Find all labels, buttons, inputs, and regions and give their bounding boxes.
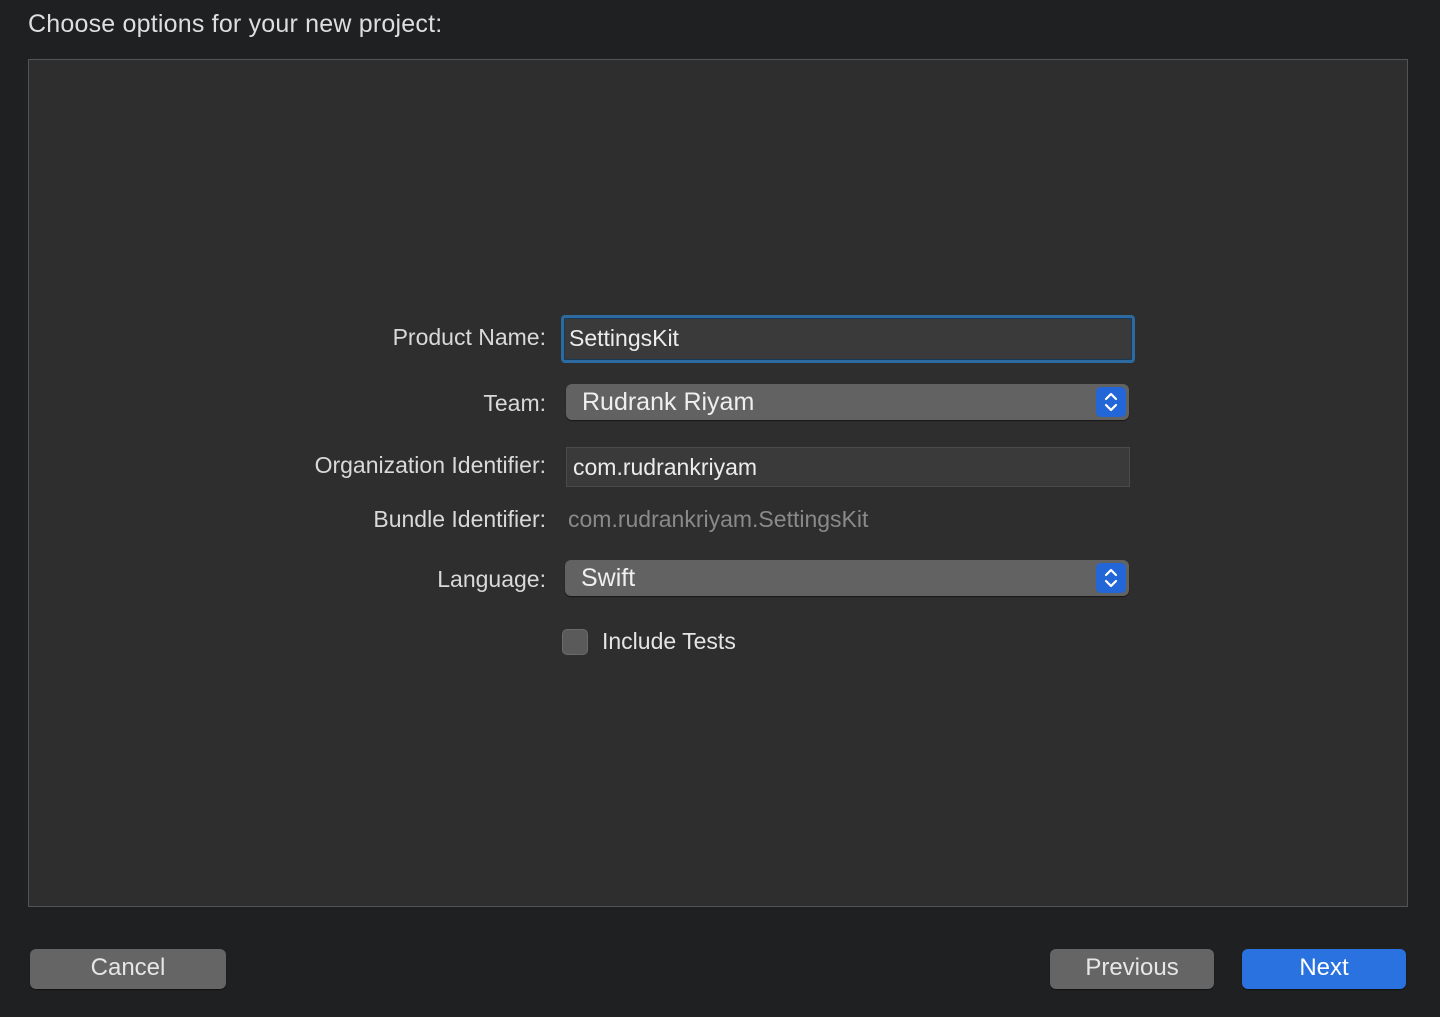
chevron-up-down-icon — [1096, 387, 1126, 417]
language-label: Language: — [0, 566, 546, 593]
team-popup-value: Rudrank Riyam — [582, 388, 754, 416]
product-name-label: Product Name: — [0, 324, 546, 351]
product-name-field[interactable]: SettingsKit — [561, 315, 1135, 363]
previous-button[interactable]: Previous — [1050, 949, 1214, 989]
include-tests-label[interactable]: Include Tests — [602, 628, 736, 655]
language-popup-value: Swift — [581, 564, 635, 592]
next-button[interactable]: Next — [1242, 949, 1406, 989]
language-popup-button[interactable]: Swift — [565, 560, 1129, 596]
bundle-identifier-label: Bundle Identifier: — [0, 506, 546, 533]
cancel-button[interactable]: Cancel — [30, 949, 226, 989]
new-project-options-window: Choose options for your new project: Pro… — [0, 0, 1440, 1017]
team-label: Team: — [0, 390, 546, 417]
organization-identifier-field[interactable]: com.rudrankriyam — [566, 447, 1130, 487]
include-tests-row[interactable]: Include Tests — [562, 628, 736, 655]
page-title: Choose options for your new project: — [28, 10, 442, 39]
team-popup-button[interactable]: Rudrank Riyam — [566, 384, 1129, 420]
include-tests-checkbox[interactable] — [562, 629, 588, 655]
organization-identifier-label: Organization Identifier: — [0, 452, 546, 479]
bundle-identifier-value: com.rudrankriyam.SettingsKit — [568, 506, 868, 533]
chevron-up-down-icon — [1096, 563, 1126, 593]
